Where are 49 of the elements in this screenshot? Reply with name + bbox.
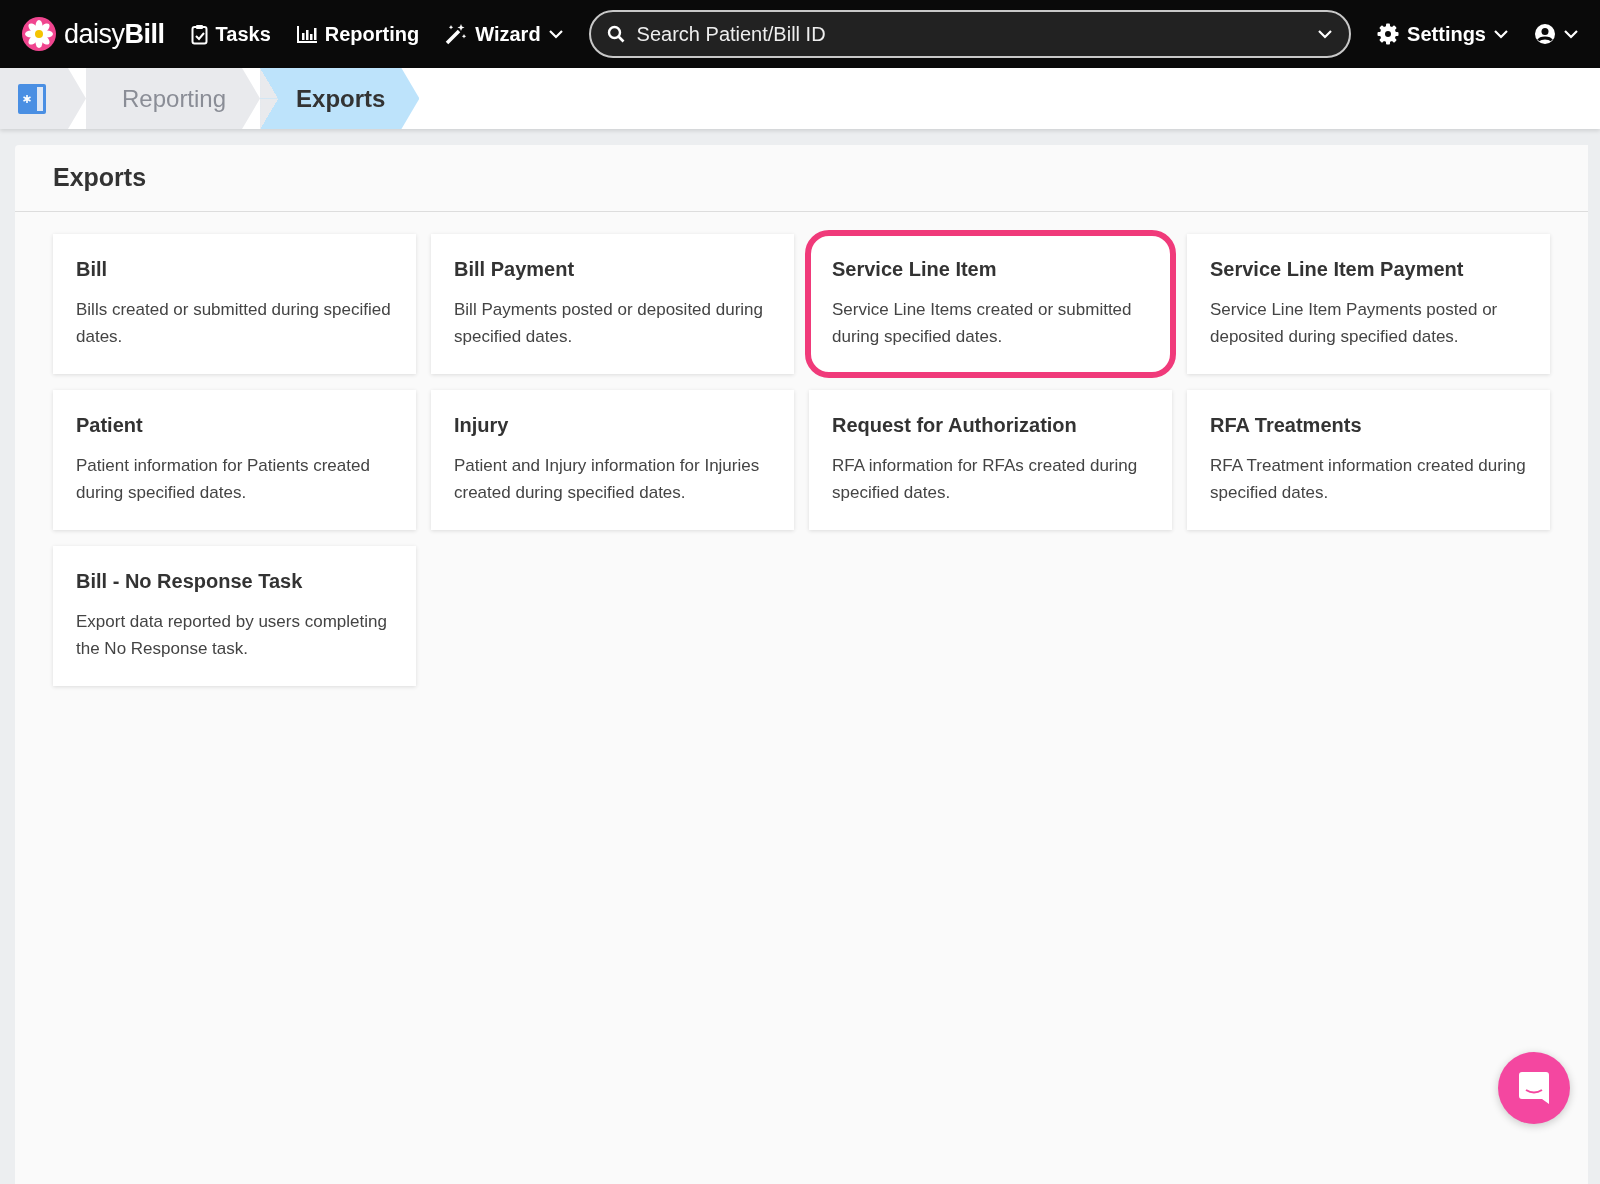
export-card[interactable]: Bill - No Response Task Export data reported by users completing the No Response task. [53,545,416,686]
card-description: Patient information for Patients created during specified dates. [76,454,371,504]
flower-logo-icon [22,17,56,51]
account-menu[interactable] [1534,23,1578,45]
card-title: Request for Authorization [832,412,1078,438]
card-description: Bills created or submitted during specified dates. [76,298,392,348]
export-card[interactable]: RFA Treatments RFA Treatment information created during specified dates. [1187,389,1550,530]
nav-link[interactable]: Reporting [296,19,420,49]
settings-icon [1377,23,1400,45]
export-card[interactable]: Injury Patient and Injury information for Injuries created during specified dates. [431,389,794,530]
chat-bubble-icon [1519,1072,1549,1104]
binder-icon [18,83,46,114]
clipboard-check-icon [190,23,208,45]
chevron-down-icon [1494,29,1508,39]
dropdown-chevron-icon [1317,29,1334,39]
card-description: Bill Payments posted or deposited during specified dates. [454,298,764,348]
bar-chart-icon [296,25,317,43]
card-description: Service Line Item Payments posted or deposited during specified dates. [1210,298,1499,348]
card-title: Bill [76,256,109,282]
export-card[interactable]: Patient Patient information for Patients created during specified dates. [53,389,416,530]
card-description: RFA Treatment information created during specified dates. [1210,454,1527,504]
card-title: Injury [454,412,510,438]
card-description: RFA information for RFAs created during specified dates. [832,454,1139,504]
card-description: Service Line Items created or submitted during specified dates. [832,298,1133,348]
export-card[interactable]: Bill Payment Bill Payments posted or deposited during specified dates. [431,233,794,374]
card-title: Patient [76,412,144,438]
card-title: Service Line Item [832,256,998,282]
card-description: Export data reported by users completing the No Response task. [76,610,388,660]
card-title: Bill - No Response Task [76,568,304,594]
nav-link[interactable]: Wizard [445,19,563,49]
user-avatar-icon [1534,23,1556,45]
export-card[interactable]: Service Line Item Payment Service Line Item Payments posted or deposited during specified dates. [1187,233,1550,374]
card-title: Service Line Item Payment [1210,256,1465,282]
search-box[interactable]: Search Patient/Bill ID [588,10,1352,58]
home-crumb[interactable] [0,68,86,129]
brand-logo[interactable]: daisyBill [22,13,165,55]
magic-wand-icon [445,23,468,45]
card-title: Bill Payment [454,256,576,282]
export-card[interactable]: Request for Authorization RFA information for RFAs created during specified dates. [809,389,1172,530]
card-description: Patient and Injury information for Injuries created during specified dates. [454,454,761,504]
panel-title: Exports [15,145,1588,212]
search-field[interactable]: Search Patient/Bill ID [634,18,1308,50]
settings-menu[interactable]: Settings [1377,19,1508,49]
chevron-down-icon [1564,29,1578,39]
breadcrumb-link[interactable]: Exports [260,68,420,129]
search-icon [606,25,625,43]
nav-link[interactable]: Tasks [190,19,271,49]
card-title: RFA Treatments [1210,412,1363,438]
export-card[interactable]: Bill Bills created or submitted during specified dates. [53,233,416,374]
